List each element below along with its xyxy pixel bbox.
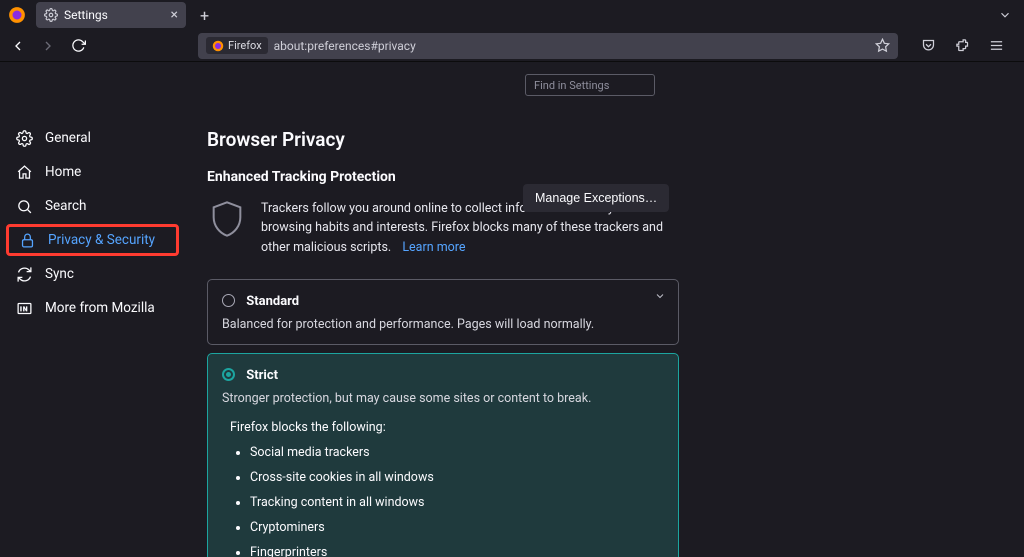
find-in-settings-input[interactable]: Find in Settings bbox=[525, 74, 655, 96]
shield-icon bbox=[207, 199, 247, 239]
sidebar-label: Search bbox=[45, 198, 86, 214]
close-tab-icon[interactable]: × bbox=[171, 7, 178, 23]
strict-block-list: Social media trackers Cross-site cookies… bbox=[222, 445, 664, 557]
forward-icon bbox=[38, 36, 58, 56]
pocket-icon[interactable] bbox=[918, 36, 938, 56]
tabs-overflow-icon[interactable] bbox=[998, 8, 1012, 22]
search-placeholder: Find in Settings bbox=[534, 79, 609, 92]
browser-tab[interactable]: Settings × bbox=[36, 2, 186, 28]
sidebar-item-more-mozilla[interactable]: More from Mozilla bbox=[6, 292, 179, 324]
tab-strip: Settings × + bbox=[0, 0, 1024, 30]
settings-content: General Home Search Privacy & Security S… bbox=[0, 62, 1024, 557]
option-name: Strict bbox=[246, 368, 278, 383]
sidebar-item-privacy-security[interactable]: Privacy & Security bbox=[6, 224, 179, 256]
block-item: Social media trackers bbox=[250, 445, 664, 460]
identity-label: Firefox bbox=[228, 39, 262, 52]
settings-sidebar: General Home Search Privacy & Security S… bbox=[0, 62, 185, 557]
blocks-label: Firefox blocks the following: bbox=[230, 420, 664, 435]
learn-more-link[interactable]: Learn more bbox=[402, 240, 465, 255]
sidebar-label: Home bbox=[45, 164, 81, 180]
page-title: Browser Privacy bbox=[207, 128, 1004, 151]
block-item: Cross-site cookies in all windows bbox=[250, 470, 664, 485]
reload-icon[interactable] bbox=[68, 36, 88, 56]
etp-heading: Enhanced Tracking Protection bbox=[207, 169, 1004, 185]
tab-title: Settings bbox=[64, 8, 108, 22]
sidebar-label: More from Mozilla bbox=[45, 300, 155, 316]
block-item: Fingerprinters bbox=[250, 545, 664, 557]
app-menu-icon[interactable] bbox=[986, 36, 1006, 56]
extensions-icon[interactable] bbox=[952, 36, 972, 56]
sidebar-item-general[interactable]: General bbox=[6, 122, 179, 154]
etp-option-standard[interactable]: Standard Balanced for protection and per… bbox=[207, 279, 679, 345]
sidebar-label: Sync bbox=[45, 266, 74, 282]
bookmark-star-icon[interactable] bbox=[875, 38, 890, 53]
option-desc: Stronger protection, but may cause some … bbox=[222, 391, 664, 406]
sidebar-label: Privacy & Security bbox=[48, 232, 155, 248]
sidebar-item-home[interactable]: Home bbox=[6, 156, 179, 188]
sidebar-item-sync[interactable]: Sync bbox=[6, 258, 179, 290]
option-name: Standard bbox=[246, 294, 299, 309]
etp-option-strict[interactable]: Strict Stronger protection, but may caus… bbox=[207, 353, 679, 557]
block-item: Cryptominers bbox=[250, 520, 664, 535]
sidebar-item-search[interactable]: Search bbox=[6, 190, 179, 222]
manage-exceptions-button[interactable]: Manage Exceptions… bbox=[523, 184, 669, 212]
radio-strict[interactable] bbox=[222, 368, 235, 381]
back-icon[interactable] bbox=[8, 36, 28, 56]
firefox-app-icon bbox=[6, 4, 28, 26]
gear-icon bbox=[44, 8, 58, 22]
radio-standard[interactable] bbox=[222, 294, 235, 307]
url-bar[interactable]: Firefox about:preferences#privacy bbox=[198, 33, 898, 59]
nav-toolbar: Firefox about:preferences#privacy bbox=[0, 30, 1024, 62]
settings-main: Find in Settings Browser Privacy Enhance… bbox=[185, 62, 1024, 557]
option-desc: Balanced for protection and performance.… bbox=[222, 317, 664, 332]
sidebar-label: General bbox=[45, 130, 91, 146]
new-tab-button[interactable]: + bbox=[200, 6, 209, 25]
identity-box[interactable]: Firefox bbox=[206, 37, 268, 54]
toolbar-right bbox=[918, 36, 1006, 56]
url-text: about:preferences#privacy bbox=[274, 39, 416, 53]
block-item: Tracking content in all windows bbox=[250, 495, 664, 510]
chevron-down-icon[interactable] bbox=[654, 290, 666, 302]
